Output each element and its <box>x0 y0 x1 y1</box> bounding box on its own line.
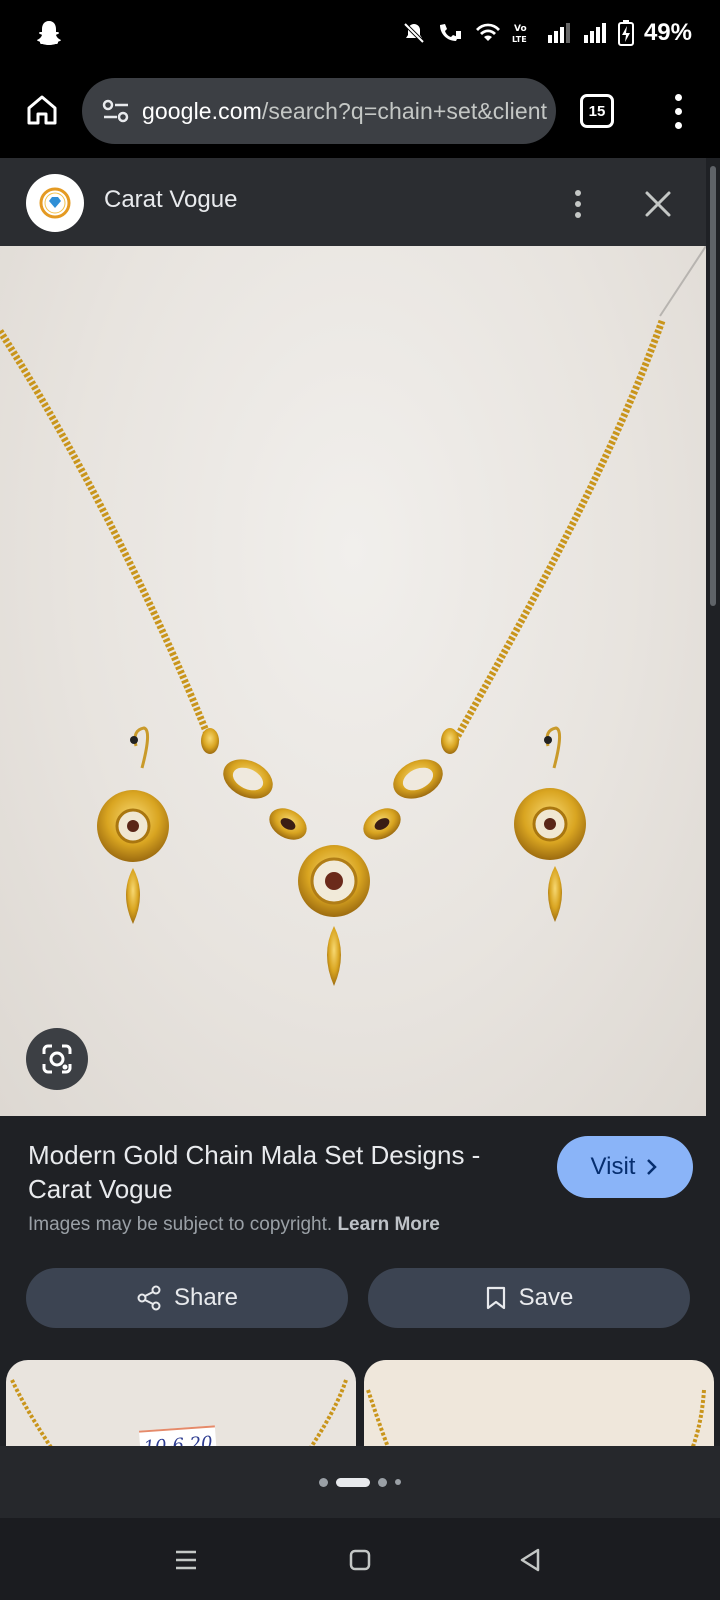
site-settings-icon[interactable] <box>96 91 136 131</box>
page-dot <box>378 1477 387 1487</box>
browser-menu-button[interactable] <box>664 86 692 136</box>
related-image-1[interactable]: 10-6.20 <box>6 1360 356 1446</box>
related-images: 10-6.20 <box>0 1360 720 1446</box>
main-image[interactable] <box>0 246 706 1116</box>
more-options-button[interactable] <box>566 184 590 224</box>
carousel-indicator <box>0 1446 720 1518</box>
url-path: /search?q=chain+set&client <box>261 97 548 124</box>
recents-icon <box>176 1550 196 1570</box>
close-icon <box>645 191 671 217</box>
status-bar: Vo LTE 49% <box>0 0 720 66</box>
home-square-icon <box>349 1549 371 1571</box>
status-icons: Vo LTE 49% <box>402 16 692 50</box>
site-name[interactable]: Carat Vogue <box>104 186 237 214</box>
site-logo <box>26 174 84 232</box>
url-host: google.com <box>142 97 262 124</box>
save-label: Save <box>518 1284 574 1311</box>
save-button[interactable]: Save <box>368 1268 690 1328</box>
page-dot <box>395 1479 401 1485</box>
page-dot <box>319 1477 328 1487</box>
diamond-logo-icon <box>39 187 71 219</box>
image-viewer-header: Carat Vogue <box>0 158 706 246</box>
back-button[interactable] <box>508 1538 552 1582</box>
lens-icon <box>42 1044 72 1074</box>
mute-icon <box>403 22 425 44</box>
battery-percentage: 49% <box>643 19 692 46</box>
svg-text:Vo: Vo <box>514 24 527 34</box>
home-nav-button[interactable] <box>338 1538 382 1582</box>
browser-toolbar: google.com/search?q=chain+set&client 15 <box>0 66 720 158</box>
bookmark-icon <box>486 1286 505 1310</box>
tab-switcher-button[interactable]: 15 <box>580 94 614 128</box>
result-title[interactable]: Modern Gold Chain Mala Set Designs - Car… <box>28 1138 528 1206</box>
copyright-text: Images may be subject to copyright. <box>28 1214 333 1235</box>
back-icon <box>520 1548 540 1572</box>
signal-icon <box>583 23 606 43</box>
page-scrollbar[interactable] <box>706 158 720 1454</box>
related-image-2[interactable] <box>364 1360 714 1446</box>
share-button[interactable]: Share <box>26 1268 348 1328</box>
chevron-right-icon <box>647 1159 658 1175</box>
visit-label: Visit <box>590 1153 636 1180</box>
close-button[interactable] <box>636 182 680 226</box>
gold-necklace-set-image <box>0 246 706 986</box>
volte-icon: VoLTE <box>512 24 527 44</box>
battery-charging-icon <box>617 20 634 46</box>
signal-icon <box>547 23 570 43</box>
share-icon <box>137 1285 161 1311</box>
snapchat-icon <box>34 18 64 48</box>
recent-apps-button[interactable] <box>164 1538 208 1582</box>
page-dot-active <box>336 1477 370 1487</box>
svg-text:LTE: LTE <box>512 35 527 44</box>
url-text[interactable]: google.com/search?q=chain+set&client <box>142 98 547 125</box>
visit-button[interactable]: Visit <box>557 1136 693 1198</box>
related-chain-image <box>366 1389 706 1446</box>
home-icon <box>27 95 57 125</box>
share-label: Share <box>173 1284 239 1311</box>
address-bar[interactable]: google.com/search?q=chain+set&client <box>82 78 556 144</box>
learn-more-link[interactable]: Learn More <box>337 1214 439 1235</box>
google-lens-button[interactable] <box>26 1028 88 1090</box>
system-navigation-bar <box>0 1518 720 1600</box>
wifi-icon <box>475 23 500 41</box>
wifi-calling-icon <box>439 24 461 41</box>
scrollbar-thumb[interactable] <box>710 166 716 606</box>
home-button[interactable] <box>22 88 62 132</box>
copyright-notice: Images may be subject to copyright. Lear… <box>28 1214 440 1236</box>
